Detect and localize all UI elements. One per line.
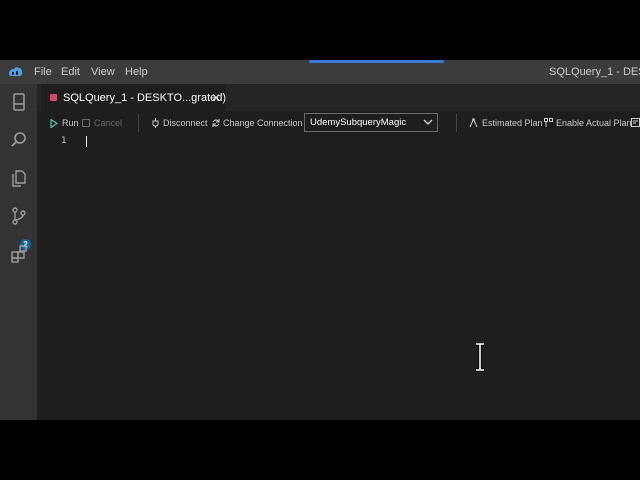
window-title: SQLQuery_1 - DESKTO: [549, 66, 640, 78]
query-editor[interactable]: 1: [37, 135, 640, 420]
toolbar-separator: [138, 114, 139, 132]
text-caret: [86, 136, 87, 147]
menu-file[interactable]: File: [34, 60, 52, 84]
sql-file-icon: [50, 94, 57, 101]
query-toolbar: Run Cancel Disconnect Change Connection …: [37, 111, 640, 135]
close-icon[interactable]: ✕: [211, 85, 221, 112]
search-icon[interactable]: [9, 130, 29, 150]
extensions-icon[interactable]: [9, 244, 29, 264]
change-connection-icon: [212, 119, 220, 127]
menu-edit[interactable]: Edit: [61, 60, 80, 84]
progress-indicator: [309, 60, 444, 63]
run-icon[interactable]: [50, 119, 58, 128]
tab-label: SQLQuery_1 - DESKTO...grated): [63, 92, 227, 104]
line-number: 1: [61, 136, 67, 146]
menu-help[interactable]: Help: [125, 60, 148, 84]
toolbar-separator: [456, 114, 457, 132]
actual-plan-icon: [544, 118, 553, 127]
activity-bar: 2: [0, 84, 37, 420]
enable-actual-plan-button[interactable]: Enable Actual Plan: [556, 111, 632, 135]
estimated-plan-icon: [469, 118, 478, 128]
cancel-icon: [82, 119, 90, 127]
change-connection-button[interactable]: Change Connection: [223, 111, 303, 135]
run-button[interactable]: Run: [62, 111, 79, 135]
database-select[interactable]: UdemySubqueryMagic: [304, 113, 438, 132]
estimated-plan-button[interactable]: Estimated Plan: [482, 111, 543, 135]
explorer-icon[interactable]: [9, 168, 29, 188]
title-bar: File Edit View Help SQLQuery_1 - DESKTO: [0, 60, 640, 84]
app-logo-icon: [9, 67, 23, 76]
disconnect-icon: [152, 118, 159, 128]
text-cursor-icon: [476, 343, 484, 371]
chevron-down-icon: [423, 119, 433, 125]
server-icon[interactable]: [9, 92, 29, 112]
database-select-value: UdemySubqueryMagic: [310, 117, 407, 128]
parse-icon[interactable]: [631, 118, 640, 127]
app-window: File Edit View Help SQLQuery_1 - DESKTO …: [0, 60, 640, 420]
tab-sqlquery-1[interactable]: SQLQuery_1 - DESKTO...grated) ✕: [41, 84, 226, 111]
menu-view[interactable]: View: [91, 60, 115, 84]
disconnect-button[interactable]: Disconnect: [163, 111, 208, 135]
cancel-button[interactable]: Cancel: [94, 111, 122, 135]
source-control-icon[interactable]: [9, 206, 29, 226]
tab-bar: SQLQuery_1 - DESKTO...grated) ✕: [37, 84, 640, 111]
